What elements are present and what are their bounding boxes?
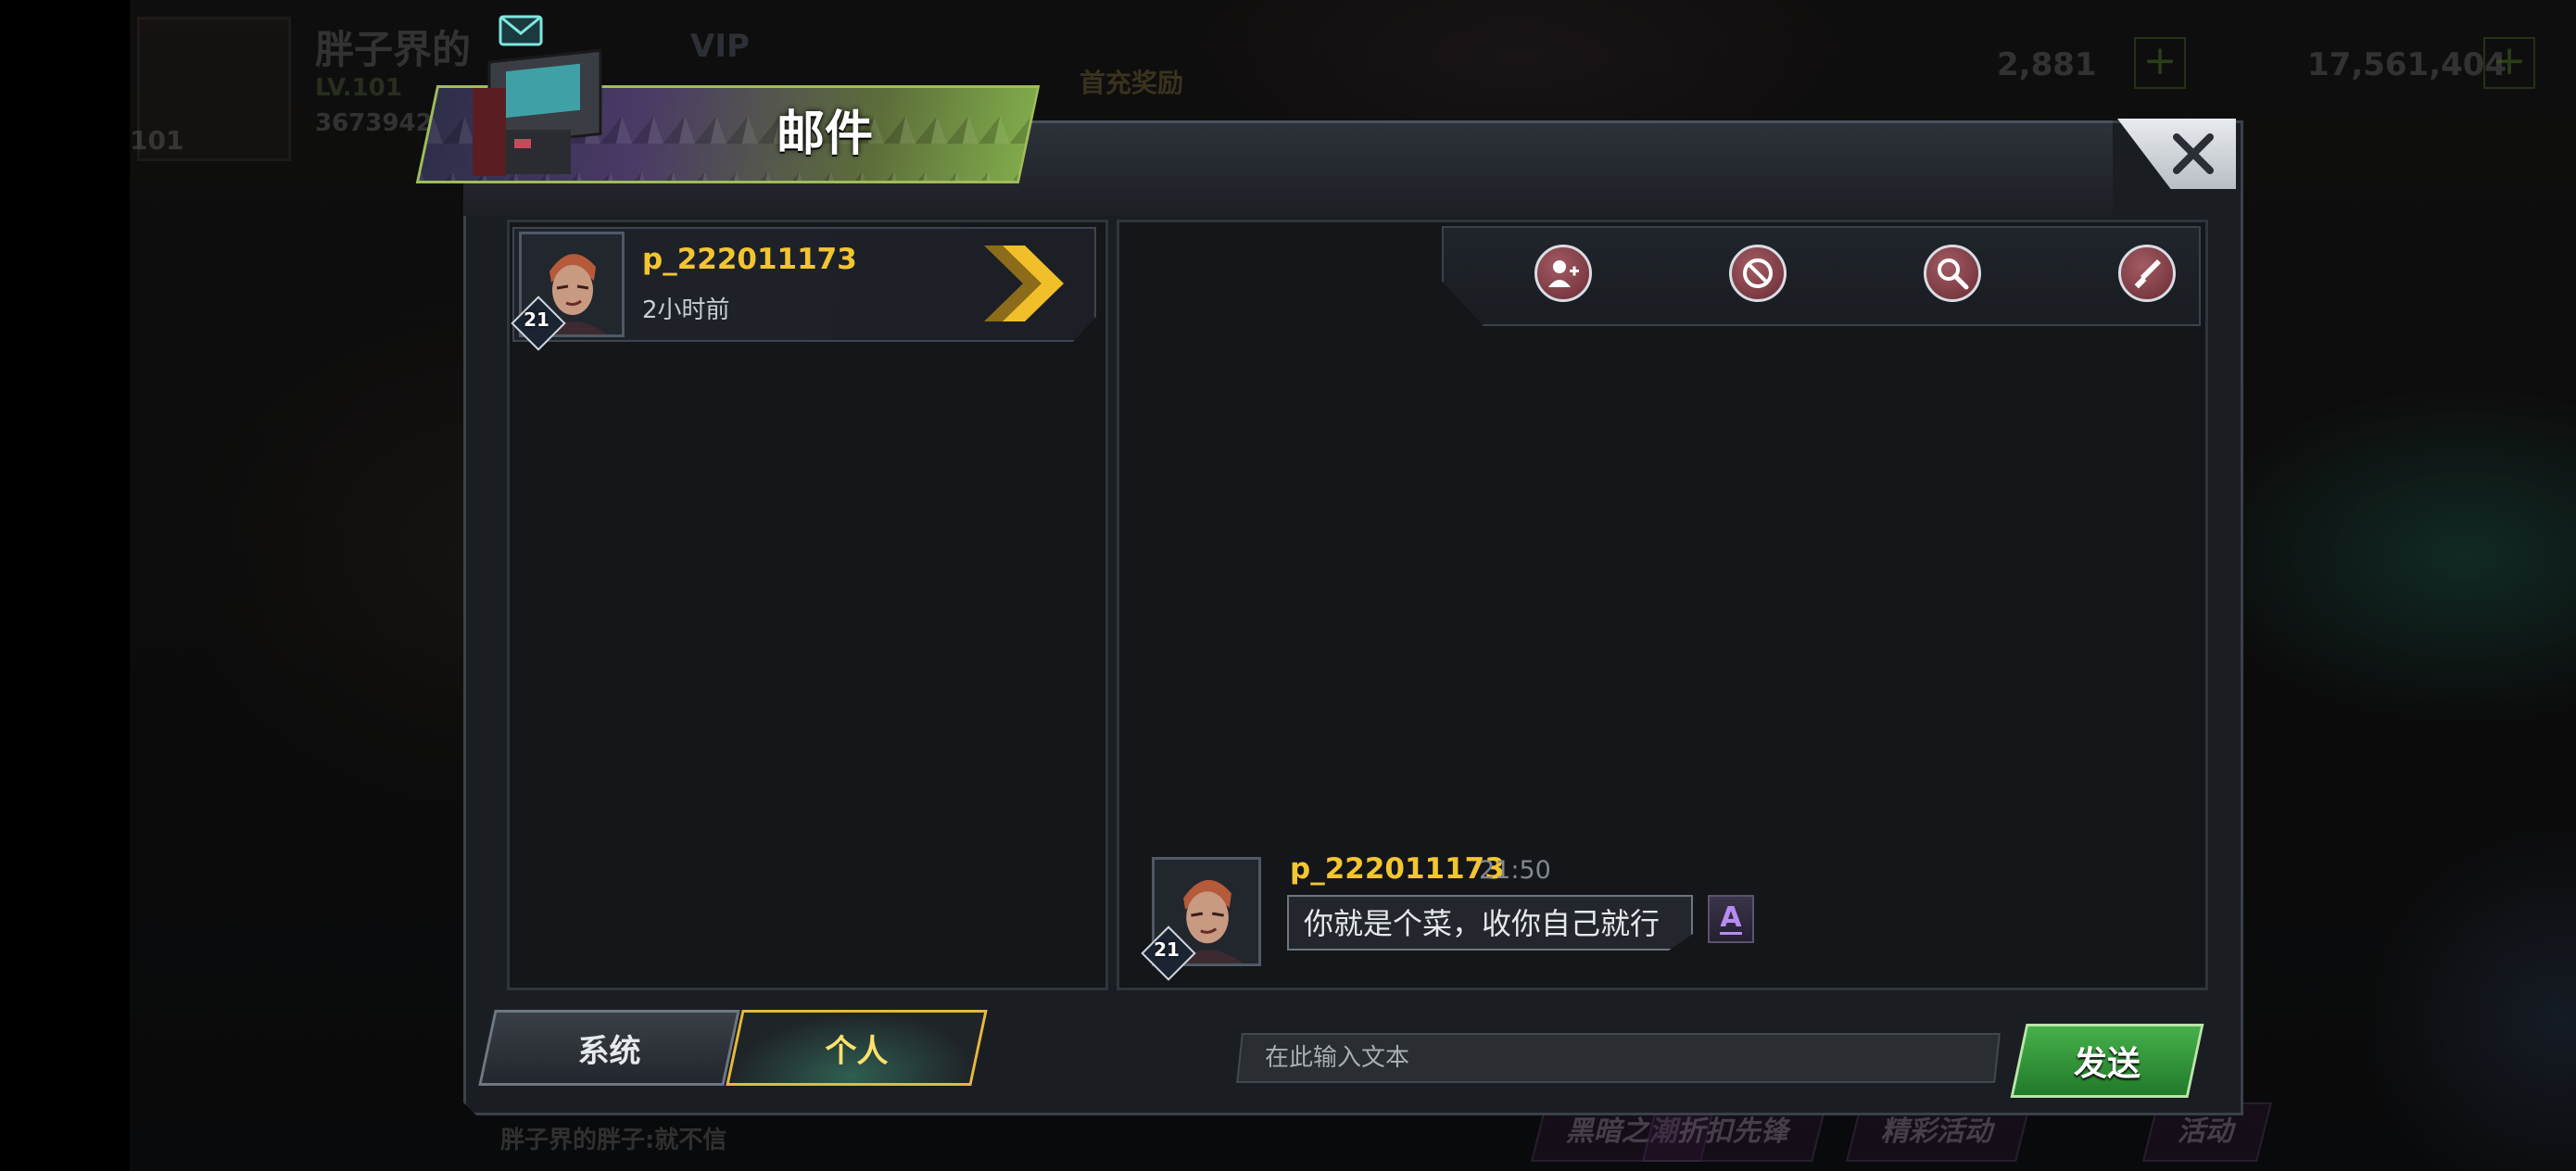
message-sender-level: 21	[1154, 938, 1180, 961]
tab-system-label: 系统	[577, 1032, 641, 1070]
mail-time-ago: 2小时前	[642, 296, 730, 324]
tab-personal[interactable]: 个人	[726, 1010, 988, 1086]
dialog-title: 邮件	[776, 107, 873, 162]
message-input[interactable]	[1241, 1035, 1996, 1081]
message-input-field[interactable]	[1236, 1033, 2001, 1083]
add-friend-button[interactable]	[1534, 245, 1592, 302]
add-friend-icon	[1548, 260, 1579, 287]
report-icon	[2134, 259, 2161, 289]
tab-personal-label: 个人	[825, 1032, 889, 1070]
close-icon	[2173, 133, 2214, 174]
block-icon	[1743, 258, 1773, 288]
screen-left-bezel	[0, 0, 130, 1171]
message-time: 21:50	[1479, 856, 1551, 885]
tab-system[interactable]: 系统	[478, 1010, 740, 1086]
translate-button[interactable]: A	[1708, 895, 1754, 943]
translate-icon: A	[1720, 900, 1742, 935]
send-button[interactable]: 发送	[2010, 1024, 2204, 1098]
send-button-label: 发送	[2073, 1045, 2140, 1083]
mailbox-icon	[473, 15, 602, 176]
search-icon	[1938, 258, 1969, 290]
block-button[interactable]	[1729, 245, 1787, 302]
sender-level: 21	[524, 308, 549, 331]
report-button[interactable]	[2118, 245, 2176, 302]
search-button[interactable]	[1924, 245, 1981, 302]
message-bubble: 你就是个菜，收你自己就行	[1287, 895, 1693, 951]
mail-sender-name: p_222011173	[642, 243, 857, 276]
chevron-right-icon[interactable]	[982, 244, 1064, 323]
conversation-panel	[1117, 220, 2208, 990]
message-sender-name: p_222011173	[1290, 852, 1505, 886]
